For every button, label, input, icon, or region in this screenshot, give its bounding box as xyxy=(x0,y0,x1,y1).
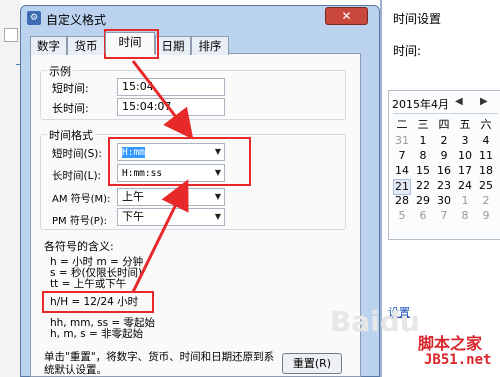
tab-time[interactable]: 时间 xyxy=(105,32,155,54)
faint-watermark: Baidu xyxy=(330,305,420,338)
watermark-site: JB51.net xyxy=(424,352,492,368)
arrow-meaning-to-format xyxy=(131,179,189,293)
arrow-tab-to-format xyxy=(131,60,194,140)
watermark-logo: 脚本之家 xyxy=(418,334,483,353)
annotation-arrows xyxy=(131,60,194,293)
